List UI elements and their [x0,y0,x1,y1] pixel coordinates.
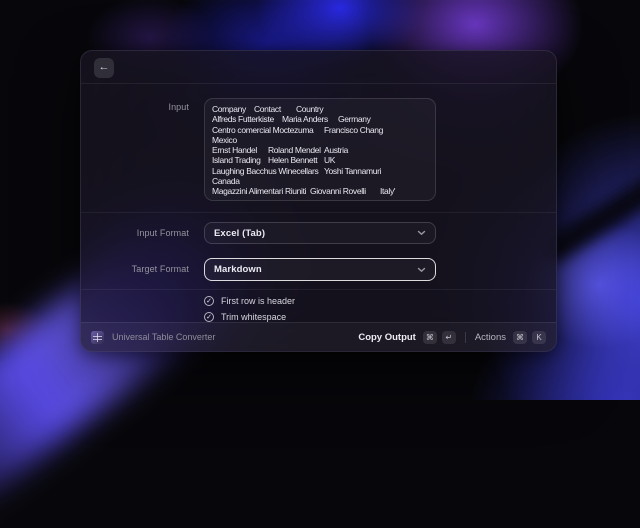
window-footer: Universal Table Converter Copy Output ⌘ … [81,322,556,351]
target-format-dropdown[interactable]: Markdown [204,258,436,281]
footer-actions: Copy Output ⌘ ↵ Actions ⌘ K [358,331,546,344]
input-line: Laughing Bacchus Winecellars Yoshi Tanna… [212,166,428,176]
checkbox-label: First row is header [221,296,295,306]
input-line: Island Trading Helen Bennett UK [212,155,428,165]
converter-window: ← Input Company Contact Country Alfreds … [80,50,557,352]
input-line: Alfreds Futterkiste Maria Anders Germany [212,114,428,124]
checkbox-checked-icon: ✓ [204,312,214,322]
command-key-icon: ⌘ [513,331,527,344]
section-divider [81,289,556,290]
chevron-down-icon [417,267,426,273]
input-line: Centro comercial Moctezuma Francisco Cha… [212,125,428,135]
input-format-value: Excel (Tab) [214,228,417,239]
input-format-dropdown[interactable]: Excel (Tab) [204,222,436,244]
checkbox-label: Trim whitespace [221,312,286,322]
input-line: Canada [212,176,428,186]
copy-output-button[interactable]: Copy Output [358,332,416,343]
k-key-icon: K [532,331,546,344]
input-format-label: Input Format [81,228,189,238]
input-line: Mexico [212,135,428,145]
footer-divider [465,332,466,343]
input-line: Magazzini Alimentari Riuniti Giovanni Ro… [212,186,428,196]
app-title: Universal Table Converter [112,332,215,342]
target-format-label: Target Format [81,264,189,274]
back-arrow-icon: ← [99,61,110,73]
target-format-value: Markdown [214,264,417,275]
table-app-icon [91,331,104,344]
checkbox-first-row-header[interactable]: ✓ First row is header [204,295,295,307]
input-textarea[interactable]: Company Contact Country Alfreds Futterki… [204,98,436,201]
section-divider [81,212,556,213]
back-button[interactable]: ← [94,58,114,78]
input-line: Company Contact Country [212,104,428,114]
input-line: Ernst Handel Roland Mendel Austria [212,145,428,155]
window-header: ← [81,51,556,84]
input-label: Input [81,102,189,112]
chevron-down-icon [417,230,426,236]
return-key-icon: ↵ [442,331,456,344]
checkbox-checked-icon: ✓ [204,296,214,306]
command-key-icon: ⌘ [423,331,437,344]
actions-button[interactable]: Actions [475,332,506,343]
